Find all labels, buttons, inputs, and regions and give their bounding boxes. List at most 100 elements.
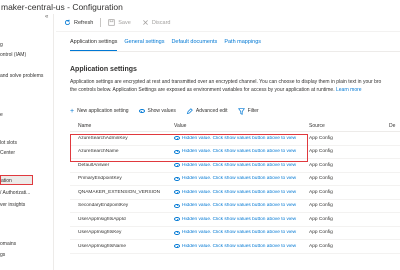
setting-source: App Config [309,149,333,155]
tab-general-settings[interactable]: General settings [124,39,164,51]
advanced-edit-label: Advanced edit [195,108,228,114]
hidden-value-text: Hidden value. Click show values button a… [182,162,297,168]
setting-name[interactable]: DefaultAnswer [70,163,174,168]
setting-value[interactable]: Hidden value. Click show values button a… [174,230,309,235]
sidebar-section-e: e [0,112,3,118]
eye-icon [174,217,180,222]
table-header: Name Value Source De [70,120,400,132]
setting-name[interactable]: SecondaryEndpointKey [70,203,174,208]
tab-path-mappings[interactable]: Path mappings [224,39,261,51]
setting-name[interactable]: UserAppInsightsName [70,244,174,249]
tab-bar: Application settings General settings De… [70,39,261,51]
hidden-value-text: Hidden value. Click show values button a… [182,176,297,182]
plus-icon: + [70,107,75,115]
table-row[interactable]: PrimaryEndpointKey Hidden value. Click sh… [70,173,400,186]
setting-name[interactable]: AzureSearchName [70,149,174,154]
filter-button[interactable]: Filter [237,107,259,115]
setting-value[interactable]: Hidden value. Click show values button a… [174,136,309,141]
eye-icon [174,203,180,208]
eye-icon [174,149,180,154]
hidden-value-text: Hidden value. Click show values button a… [182,135,297,141]
table-row[interactable]: UserAppInsightsAppId Hidden value. Click … [70,213,400,227]
eye-icon [174,163,180,168]
table-row[interactable]: UserAppInsightsName Hidden value. Click s… [70,240,400,254]
table-row[interactable]: UserAppInsightsKey Hidden value. Click sh… [70,227,400,240]
table-row[interactable]: SecondaryEndpointKey Hidden value. Click … [70,200,400,213]
command-bar: + New application setting Show values Ad… [70,106,259,116]
new-setting-button[interactable]: + New application setting [70,108,129,115]
toolbar-divider [100,18,102,27]
refresh-button[interactable]: Refresh [60,19,97,26]
setting-name[interactable]: QNAMAKER_EXTENSION_VERSION [70,190,174,195]
toolbar: Refresh Save Discard [56,14,400,32]
hidden-value-text: Hidden value. Click show values button a… [182,149,297,155]
discard-icon [142,20,148,25]
main-content: Refresh Save Discard Application setting… [56,14,400,270]
setting-source: App Config [309,176,333,182]
setting-value[interactable]: Hidden value. Click show values button a… [174,163,309,168]
setting-value[interactable]: Hidden value. Click show values button a… [174,217,309,222]
header-source[interactable]: Source [309,123,389,129]
setting-value[interactable]: Hidden value. Click show values button a… [174,176,309,181]
sidebar-item-app-insights[interactable]: ver insights [0,200,53,210]
sidebar-item-authorization[interactable]: / Authorizati... [0,188,53,198]
setting-name[interactable]: UserAppInsightsAppId [70,217,174,222]
setting-name[interactable]: AzureSearchAdminKey [70,136,174,141]
save-button[interactable]: Save [104,19,135,26]
page-title: maker-central-us - Configuration [1,2,123,12]
filter-icon [237,107,245,115]
table-row[interactable]: AzureSearchName Hidden value. Click show … [70,146,400,159]
new-setting-label: New application setting [77,108,129,114]
discard-button[interactable]: Discard [138,19,175,26]
sidebar-item-custom-domains[interactable]: omains [0,239,53,249]
eye-icon [174,230,180,235]
tab-divider [70,51,400,52]
show-values-button[interactable]: Show values [138,108,176,114]
table-row[interactable]: QNAMAKER_EXTENSION_VERSION Hidden value. … [70,186,400,200]
discard-label: Discard [151,19,171,26]
setting-name[interactable]: PrimaryEndpointKey [70,176,174,181]
sidebar: « g ontrol (IAM) and solve problems e lo… [0,14,54,270]
sidebar-item-deployment-center[interactable]: Center [0,148,53,158]
eye-icon [174,176,180,181]
setting-name[interactable]: UserAppInsightsKey [70,230,174,235]
setting-value[interactable]: Hidden value. Click show values button a… [174,244,309,249]
header-value[interactable]: Value [174,123,309,129]
sidebar-item-access-control[interactable]: ontrol (IAM) [0,50,53,60]
setting-value[interactable]: Hidden value. Click show values button a… [174,203,309,208]
pencil-icon [186,107,193,114]
hidden-value-text: Hidden value. Click show values button a… [182,203,297,209]
collapse-sidebar-icon[interactable]: « [45,14,48,20]
hidden-value-text: Hidden value. Click show values button a… [182,243,297,249]
save-icon [108,19,115,26]
setting-source: App Config [309,230,333,236]
refresh-label: Refresh [74,19,94,26]
header-name[interactable]: Name [70,123,174,129]
table-row[interactable]: DefaultAnswer Hidden value. Click show va… [70,159,400,173]
settings-table: Name Value Source De AzureSearchAdminKey… [70,120,400,254]
sidebar-item-configuration[interactable]: ation [0,175,33,185]
sidebar-item-g[interactable]: g [0,40,53,50]
hidden-value-text: Hidden value. Click show values button a… [182,230,297,236]
sidebar-item-diagnose[interactable]: and solve problems [0,71,53,81]
setting-source: App Config [309,135,333,141]
sidebar-item-deployment-slots[interactable]: lot slots [0,138,53,148]
header-deployment[interactable]: De [389,123,400,129]
setting-value[interactable]: Hidden value. Click show values button a… [174,149,309,154]
sidebar-item-settings[interactable]: gs [0,250,53,260]
section-title: Application settings [70,66,137,73]
advanced-edit-button[interactable]: Advanced edit [186,107,228,115]
save-label: Save [118,19,131,26]
setting-source: App Config [309,203,333,209]
refresh-icon [64,19,71,26]
learn-more-link[interactable]: Learn more [336,87,362,93]
description-line-1: Application settings are encrypted at re… [70,79,382,85]
table-row[interactable]: AzureSearchAdminKey Hidden value. Click s… [70,132,400,146]
setting-source: App Config [309,243,333,249]
filter-label: Filter [247,108,259,114]
tab-default-documents[interactable]: Default documents [171,39,217,51]
eye-icon [174,244,180,249]
setting-value[interactable]: Hidden value. Click show values button a… [174,190,309,195]
hidden-value-text: Hidden value. Click show values button a… [182,189,297,195]
tab-application-settings[interactable]: Application settings [70,39,118,51]
